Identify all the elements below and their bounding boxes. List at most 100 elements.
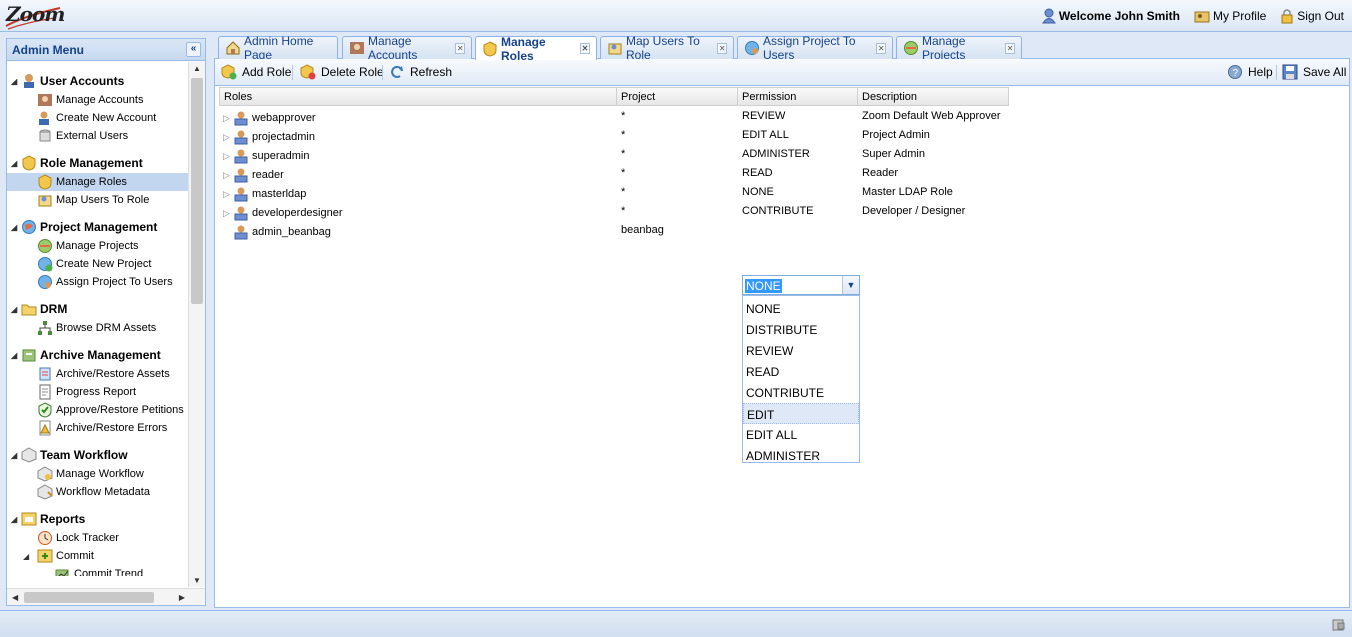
expand-icon[interactable]: ◢ — [11, 305, 21, 314]
table-row[interactable]: ▷ masterldap * NONE Master LDAP Role — [219, 183, 1009, 202]
save-all-button[interactable]: Save All — [1282, 64, 1346, 80]
scroll-up-icon[interactable]: ▲ — [193, 64, 201, 73]
permission-cell[interactable]: ADMINISTER — [742, 148, 810, 160]
sidebar-vertical-scroll-thumb[interactable] — [191, 78, 203, 304]
description-cell[interactable]: Super Admin — [862, 148, 925, 160]
menu-group-team-workflow[interactable]: ◢ Team Workflow — [7, 446, 188, 464]
project-cell[interactable]: * — [621, 186, 625, 198]
sidebar-item-assign-project-to-users[interactable]: Assign Project To Users — [7, 273, 188, 291]
description-cell[interactable]: Developer / Designer — [862, 205, 965, 217]
project-cell[interactable]: * — [621, 148, 625, 160]
close-icon[interactable]: ✕ — [1005, 42, 1015, 54]
permission-combo-value[interactable]: NONE — [745, 279, 782, 293]
sidebar-item-approve-restore-petitions[interactable]: Approve/Restore Petitions — [7, 401, 188, 419]
sidebar-horizontal-scroll-thumb[interactable] — [24, 592, 154, 603]
role-cell[interactable]: ▷ developerdesigner — [223, 205, 343, 221]
expand-icon[interactable]: ◢ — [11, 223, 21, 232]
tab-admin-home-page[interactable]: Admin Home Page — [218, 34, 338, 62]
permission-cell[interactable]: NONE — [742, 186, 774, 198]
role-cell[interactable]: ▷ webapprover — [223, 110, 316, 126]
close-icon[interactable]: ✕ — [579, 43, 590, 54]
sidebar-item-create-new-project[interactable]: Create New Project — [7, 255, 188, 273]
expand-icon[interactable]: ◢ — [11, 515, 21, 524]
sidebar-item-external-users[interactable]: External Users — [7, 127, 188, 145]
menu-group-role-management[interactable]: ◢ Role Management — [7, 154, 188, 172]
sidebar-item-workflow-metadata[interactable]: Workflow Metadata — [7, 483, 188, 501]
role-cell[interactable]: ▷ masterldap — [223, 186, 306, 202]
close-icon[interactable]: ✕ — [455, 42, 465, 54]
permission-cell[interactable]: EDIT ALL — [742, 129, 789, 141]
sidebar-item-commit[interactable]: ◢ Commit — [7, 547, 188, 565]
menu-group-drm[interactable]: ◢ DRM — [7, 300, 188, 318]
close-icon[interactable]: ✕ — [876, 42, 886, 54]
description-cell[interactable]: Project Admin — [862, 129, 930, 141]
project-cell[interactable]: * — [621, 129, 625, 141]
expand-icon[interactable]: ▷ — [223, 151, 233, 162]
permission-cell[interactable]: CONTRIBUTE — [742, 205, 814, 217]
expand-icon[interactable]: ▷ — [223, 113, 233, 124]
tab-manage-accounts[interactable]: Manage Accounts ✕ — [342, 34, 472, 62]
expand-icon[interactable]: ▷ — [223, 132, 233, 143]
sidebar-item-commit-trend[interactable]: Commit Trend — [7, 565, 188, 576]
sidebar-vertical-scrollbar[interactable]: ▲ ▼ — [188, 62, 205, 587]
expand-icon[interactable]: ▷ — [223, 208, 233, 219]
collapse-panel-button[interactable]: « — [186, 42, 201, 57]
description-cell[interactable]: Master LDAP Role — [862, 186, 953, 198]
table-row[interactable]: ▷ superadmin * ADMINISTER Super Admin — [219, 145, 1009, 164]
sign-out-link[interactable]: Sign Out — [1280, 8, 1344, 24]
chevron-down-icon[interactable]: ▼ — [842, 276, 859, 294]
tab-assign-project-to-users[interactable]: Assign Project To Users ✕ — [737, 34, 893, 62]
dropdown-option[interactable]: DISTRIBUTE — [743, 319, 859, 340]
project-cell[interactable]: beanbag — [621, 224, 664, 236]
expand-icon[interactable]: ▷ — [223, 170, 233, 181]
menu-group-user-accounts[interactable]: ◢ User Accounts — [7, 72, 188, 90]
description-cell[interactable]: Zoom Default Web Approver — [862, 110, 1001, 122]
dropdown-option[interactable]: REVIEW — [743, 340, 859, 361]
dropdown-option[interactable]: EDIT ALL — [743, 424, 859, 445]
menu-group-project-management[interactable]: ◢ Project Management — [7, 218, 188, 236]
tab-map-users-to-role[interactable]: Map Users To Role ✕ — [600, 34, 734, 62]
scroll-down-icon[interactable]: ▼ — [193, 576, 201, 585]
column-header-project[interactable]: Project — [617, 87, 738, 106]
help-button[interactable]: ? Help — [1227, 64, 1273, 80]
add-role-button[interactable]: Add Role — [221, 64, 291, 80]
sidebar-item-lock-tracker[interactable]: Lock Tracker — [7, 529, 188, 547]
sidebar-item-create-new-account[interactable]: Create New Account — [7, 109, 188, 127]
sidebar-horizontal-scrollbar[interactable]: ◀ ▶ — [7, 588, 205, 605]
expand-icon[interactable]: ◢ — [11, 451, 21, 460]
close-icon[interactable]: ✕ — [717, 42, 727, 54]
project-cell[interactable]: * — [621, 110, 625, 122]
sidebar-item-archive-restore-assets[interactable]: Archive/Restore Assets — [7, 365, 188, 383]
sidebar-item-manage-workflow[interactable]: Manage Workflow — [7, 465, 188, 483]
sidebar-item-manage-projects[interactable]: Manage Projects — [7, 237, 188, 255]
sidebar-item-manage-accounts[interactable]: Manage Accounts — [7, 91, 188, 109]
my-profile-link[interactable]: My Profile — [1194, 8, 1266, 24]
expand-icon[interactable]: ◢ — [11, 351, 21, 360]
tab-manage-roles[interactable]: Manage Roles ✕ — [475, 35, 597, 63]
scroll-left-icon[interactable]: ◀ — [12, 593, 18, 602]
scroll-right-icon[interactable]: ▶ — [179, 593, 185, 602]
permission-cell[interactable]: REVIEW — [742, 110, 785, 122]
dropdown-option[interactable]: NONE — [743, 298, 859, 319]
sidebar-item-browse-drm-assets[interactable]: Browse DRM Assets — [7, 319, 188, 337]
refresh-button[interactable]: Refresh — [389, 64, 452, 80]
table-row[interactable]: ▷ reader * READ Reader — [219, 164, 1009, 183]
role-cell[interactable]: ▷ projectadmin — [223, 129, 315, 145]
sidebar-item-archive-restore-errors[interactable]: Archive/Restore Errors — [7, 419, 188, 437]
table-row[interactable]: ▷ developerdesigner * CONTRIBUTE Developer /… — [219, 202, 1009, 221]
sidebar-item-progress-report[interactable]: Progress Report — [7, 383, 188, 401]
menu-group-archive-management[interactable]: ◢ Archive Management — [7, 346, 188, 364]
dropdown-option[interactable]: READ — [743, 361, 859, 382]
delete-role-button[interactable]: Delete Role — [300, 64, 384, 80]
expand-icon[interactable]: ◢ — [11, 77, 21, 86]
description-cell[interactable]: Reader — [862, 167, 898, 179]
column-header-description[interactable]: Description — [858, 87, 1009, 106]
role-cell[interactable]: ▷ superadmin — [223, 148, 309, 164]
table-row[interactable]: ▷ projectadmin * EDIT ALL Project Admin — [219, 126, 1009, 145]
expand-icon[interactable]: ◢ — [11, 159, 21, 168]
column-header-permission[interactable]: Permission — [738, 87, 858, 106]
project-cell[interactable]: * — [621, 167, 625, 179]
role-cell[interactable]: admin_beanbag — [223, 224, 331, 240]
expand-icon[interactable]: ◢ — [23, 552, 33, 561]
role-cell[interactable]: ▷ reader — [223, 167, 284, 183]
